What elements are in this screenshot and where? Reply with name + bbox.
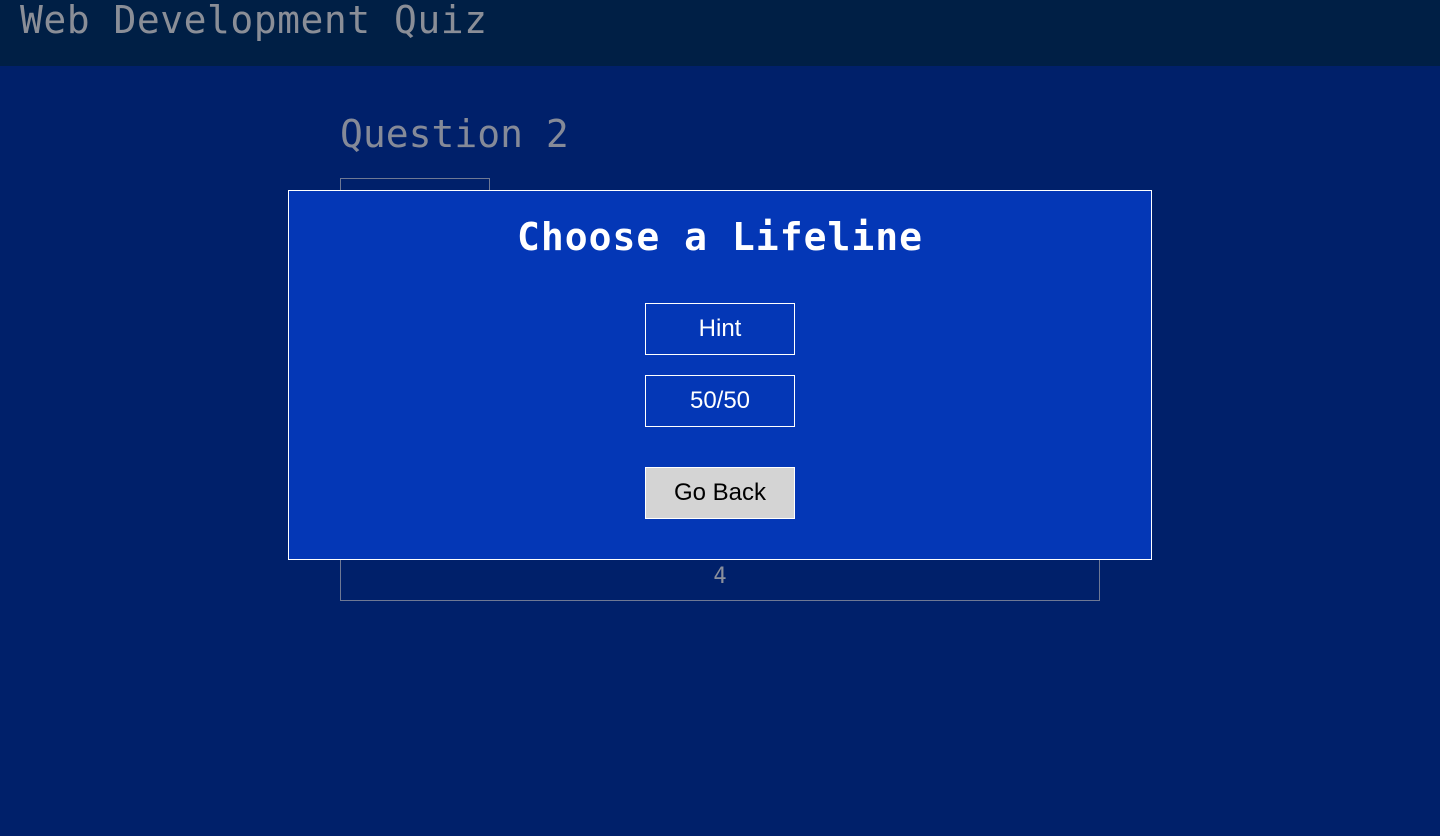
question-title: Question 2 — [340, 112, 569, 156]
fifty-fifty-button[interactable]: 50/50 — [645, 375, 795, 427]
app-title: Web Development Quiz — [20, 0, 488, 42]
hint-button[interactable]: Hint — [645, 303, 795, 355]
modal-title: Choose a Lifeline — [517, 215, 923, 259]
go-back-button[interactable]: Go Back — [645, 467, 795, 519]
header-bar: Web Development Quiz — [0, 0, 1440, 66]
